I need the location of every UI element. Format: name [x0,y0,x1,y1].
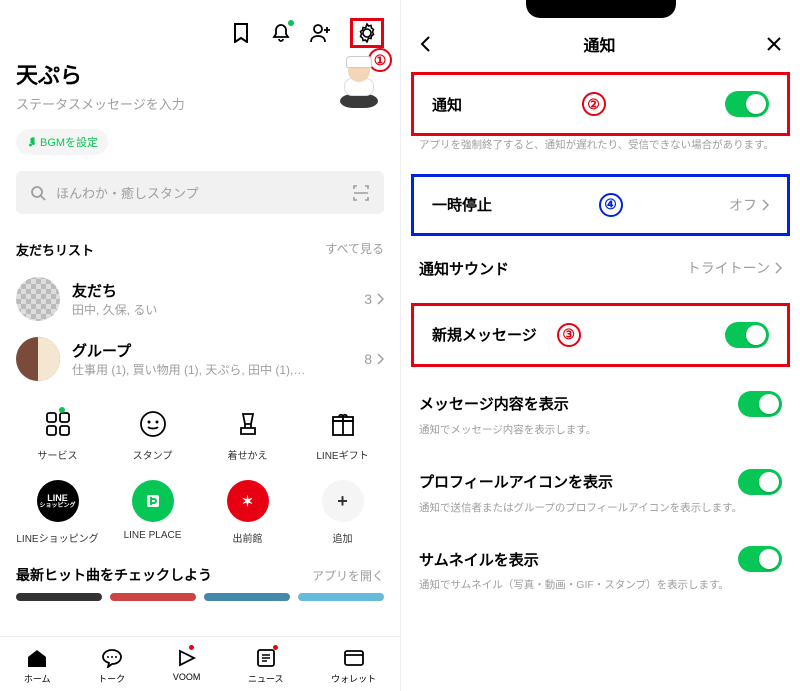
groups-count: 8 [364,351,372,367]
sound-label: 通知サウンド [419,258,509,279]
content-row[interactable]: メッセージ内容を表示 [401,375,800,423]
apps-grid: LINEショッピング LINEショッピング LINE PLACE ✶ 出前館 +… [0,472,400,555]
line-place-item[interactable]: LINE PLACE [105,480,200,545]
bell-icon[interactable] [270,22,292,44]
bookmark-icon[interactable] [230,22,252,44]
pause-row[interactable]: 一時停止 ④ オフ [411,174,790,236]
pause-label: 一時停止 [432,194,492,215]
groups-subtitle: 仕事用 (1), 買い物用 (1), 天ぷら, 田中 (1),… [72,361,352,378]
notify-label: 通知 [432,94,462,115]
gift-label: LINEギフト [316,447,368,462]
friends-avatar-icon [16,277,60,321]
stamp-item[interactable]: スタンプ [105,409,200,462]
profile-caption: 通知で送信者またはグループのプロフィールアイコンを表示します。 [401,501,800,531]
line-shopping-label: LINEショッピング [16,530,98,545]
thumb-row[interactable]: サムネイルを表示 [401,530,800,578]
content-label: メッセージ内容を表示 [419,393,569,414]
thumb-toggle[interactable] [738,546,782,572]
bottom-nav: ホーム トーク VOOM ニュース ウォレット [0,636,400,691]
groups-row[interactable]: グループ 仕事用 (1), 買い物用 (1), 天ぷら, 田中 (1),… 8 [0,329,400,389]
hits-thumbnails [0,593,400,611]
page-header: 通知 [401,18,800,70]
scan-icon[interactable] [352,184,370,202]
notify-row[interactable]: 通知 ② [411,72,790,136]
annotation-3: ③ [557,323,581,347]
notify-toggle[interactable] [725,91,769,117]
nav-wallet[interactable]: ウォレット [331,647,376,685]
groups-title: グループ [72,340,352,361]
nav-talk[interactable]: トーク [98,647,125,685]
page-title: 通知 [583,32,615,56]
bgm-button[interactable]: BGMを設定 [16,129,108,155]
demae-item[interactable]: ✶ 出前館 [200,480,295,545]
newmsg-row[interactable]: 新規メッセージ ③ [411,303,790,367]
notify-caption: アプリを強制終了すると、通知が遅れたり、受信できない場合があります。 [401,138,800,168]
bgm-label: BGMを設定 [40,134,98,150]
add-label: 追加 [333,530,353,545]
device-notch [401,0,800,18]
content-toggle[interactable] [738,391,782,417]
pause-value: オフ [729,195,757,215]
service-label: サービス [38,447,78,462]
annotation-2: ② [582,92,606,116]
profile-label: プロフィールアイコンを表示 [419,471,613,492]
nav-news[interactable]: ニュース [248,647,284,685]
status-message[interactable]: ステータスメッセージを入力 [16,94,185,113]
back-icon[interactable] [419,35,433,53]
see-all-link[interactable]: すべて見る [325,240,384,259]
friends-title: 友だち [72,280,352,301]
add-item[interactable]: + 追加 [295,480,390,545]
annotation-4: ④ [599,193,623,217]
search-input[interactable]: ほんわか・癒しスタンプ [16,171,384,214]
newmsg-toggle[interactable] [725,322,769,348]
nav-voom[interactable]: VOOM [173,647,201,685]
demae-label: 出前館 [233,530,263,545]
add-friend-icon[interactable] [310,22,332,44]
profile-name: 天ぷら [16,58,185,90]
groups-avatar-icon [16,337,60,381]
sound-row[interactable]: 通知サウンド トライトーン [401,242,800,295]
friends-row[interactable]: 友だち 田中, 久保, るい 3 [0,269,400,329]
friends-label: 友だちリスト [16,240,94,259]
close-icon[interactable] [766,36,782,52]
sound-value: トライトーン [687,258,770,278]
services-grid: サービス スタンプ 着せかえ LINEギフト [0,389,400,472]
line-shopping-item[interactable]: LINEショッピング LINEショッピング [10,480,105,545]
service-item[interactable]: サービス [10,409,105,462]
newmsg-label: 新規メッセージ [432,324,537,345]
content-caption: 通知でメッセージ内容を表示します。 [401,423,800,453]
avatar-icon[interactable] [334,58,384,108]
hits-title: 最新ヒット曲をチェックしよう [16,565,212,585]
theme-label: 着せかえ [228,447,268,462]
thumb-label: サムネイルを表示 [419,549,539,570]
profile-row[interactable]: プロフィールアイコンを表示 [401,453,800,501]
theme-item[interactable]: 着せかえ [200,409,295,462]
settings-icon[interactable] [350,18,384,48]
friends-count: 3 [364,291,372,307]
thumb-caption: 通知でサムネイル（写真・動画・GIF・スタンプ）を表示します。 [401,578,800,608]
stamp-label: スタンプ [133,447,173,462]
topbar: ① [0,0,400,58]
friends-subtitle: 田中, 久保, るい [72,301,352,318]
gift-item[interactable]: LINEギフト [295,409,390,462]
search-placeholder: ほんわか・癒しスタンプ [56,183,199,202]
nav-home[interactable]: ホーム [24,647,51,685]
profile-toggle[interactable] [738,469,782,495]
line-place-label: LINE PLACE [124,530,182,541]
open-app-link[interactable]: アプリを開く [312,567,384,584]
hits-header: 最新ヒット曲をチェックしよう アプリを開く [0,555,400,593]
friends-header: 友だちリスト すべて見る [0,234,400,269]
profile-block: 天ぷら ステータスメッセージを入力 [0,58,400,121]
